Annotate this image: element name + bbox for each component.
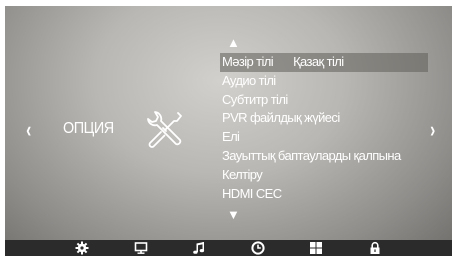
menu-item-country[interactable]: Елі bbox=[220, 128, 450, 147]
category-title: ОПЦИЯ bbox=[63, 120, 114, 137]
menu-item-menu-language[interactable]: Мәзір тілі Қазақ тілі bbox=[220, 53, 428, 72]
tools-icon bbox=[147, 111, 182, 148]
menu-item-audio-language[interactable]: Аудио тілі bbox=[220, 72, 450, 91]
menu-item-label: HDMI CEC bbox=[222, 185, 282, 201]
menu-item-value: Қазақ тілі bbox=[293, 54, 344, 69]
menu-item-pvr-file-system[interactable]: PVR файлдық жүйесі bbox=[220, 109, 450, 128]
lock-icon[interactable] bbox=[368, 241, 382, 255]
menu-item-label: Елі bbox=[222, 129, 240, 145]
menu-item-factory-reset[interactable]: Зауыттық баптауларды қалпына bbox=[220, 147, 450, 166]
menu-item-label: Субтитр тілі bbox=[222, 91, 288, 107]
clock-icon[interactable] bbox=[251, 241, 265, 255]
next-category-arrow[interactable]: › bbox=[430, 118, 435, 142]
tv-menu-screen: ‹ ОПЦИЯ ▲ Мәзір тілі Қазақ тілі Аудио тіл… bbox=[5, 6, 452, 256]
menu-item-label: PVR файлдық жүйесі bbox=[222, 110, 340, 126]
category-bar bbox=[5, 240, 452, 256]
menu-item-label: Аудио тілі bbox=[222, 72, 276, 88]
menu-list: Мәзір тілі Қазақ тілі Аудио тілі Субтитр … bbox=[220, 53, 450, 203]
menu-item-label: Келтіру bbox=[222, 166, 263, 182]
monitor-icon[interactable] bbox=[134, 241, 148, 255]
previous-category-arrow[interactable]: ‹ bbox=[26, 118, 31, 142]
menu-item-factory-reset-continued[interactable]: Келтіру bbox=[220, 166, 450, 185]
music-note-icon[interactable] bbox=[192, 241, 206, 255]
scroll-up-arrow[interactable]: ▲ bbox=[227, 36, 240, 50]
menu-item-label: Мәзір тілі bbox=[222, 54, 274, 69]
menu-item-subtitle-language[interactable]: Субтитр тілі bbox=[220, 91, 450, 110]
scroll-down-arrow[interactable]: ▼ bbox=[227, 208, 240, 222]
grid-icon[interactable] bbox=[309, 241, 323, 255]
menu-item-hdmi-cec[interactable]: HDMI CEC bbox=[220, 185, 450, 204]
menu-item-label: Зауыттық баптауларды қалпына bbox=[222, 147, 401, 163]
gear-icon[interactable] bbox=[75, 241, 89, 255]
